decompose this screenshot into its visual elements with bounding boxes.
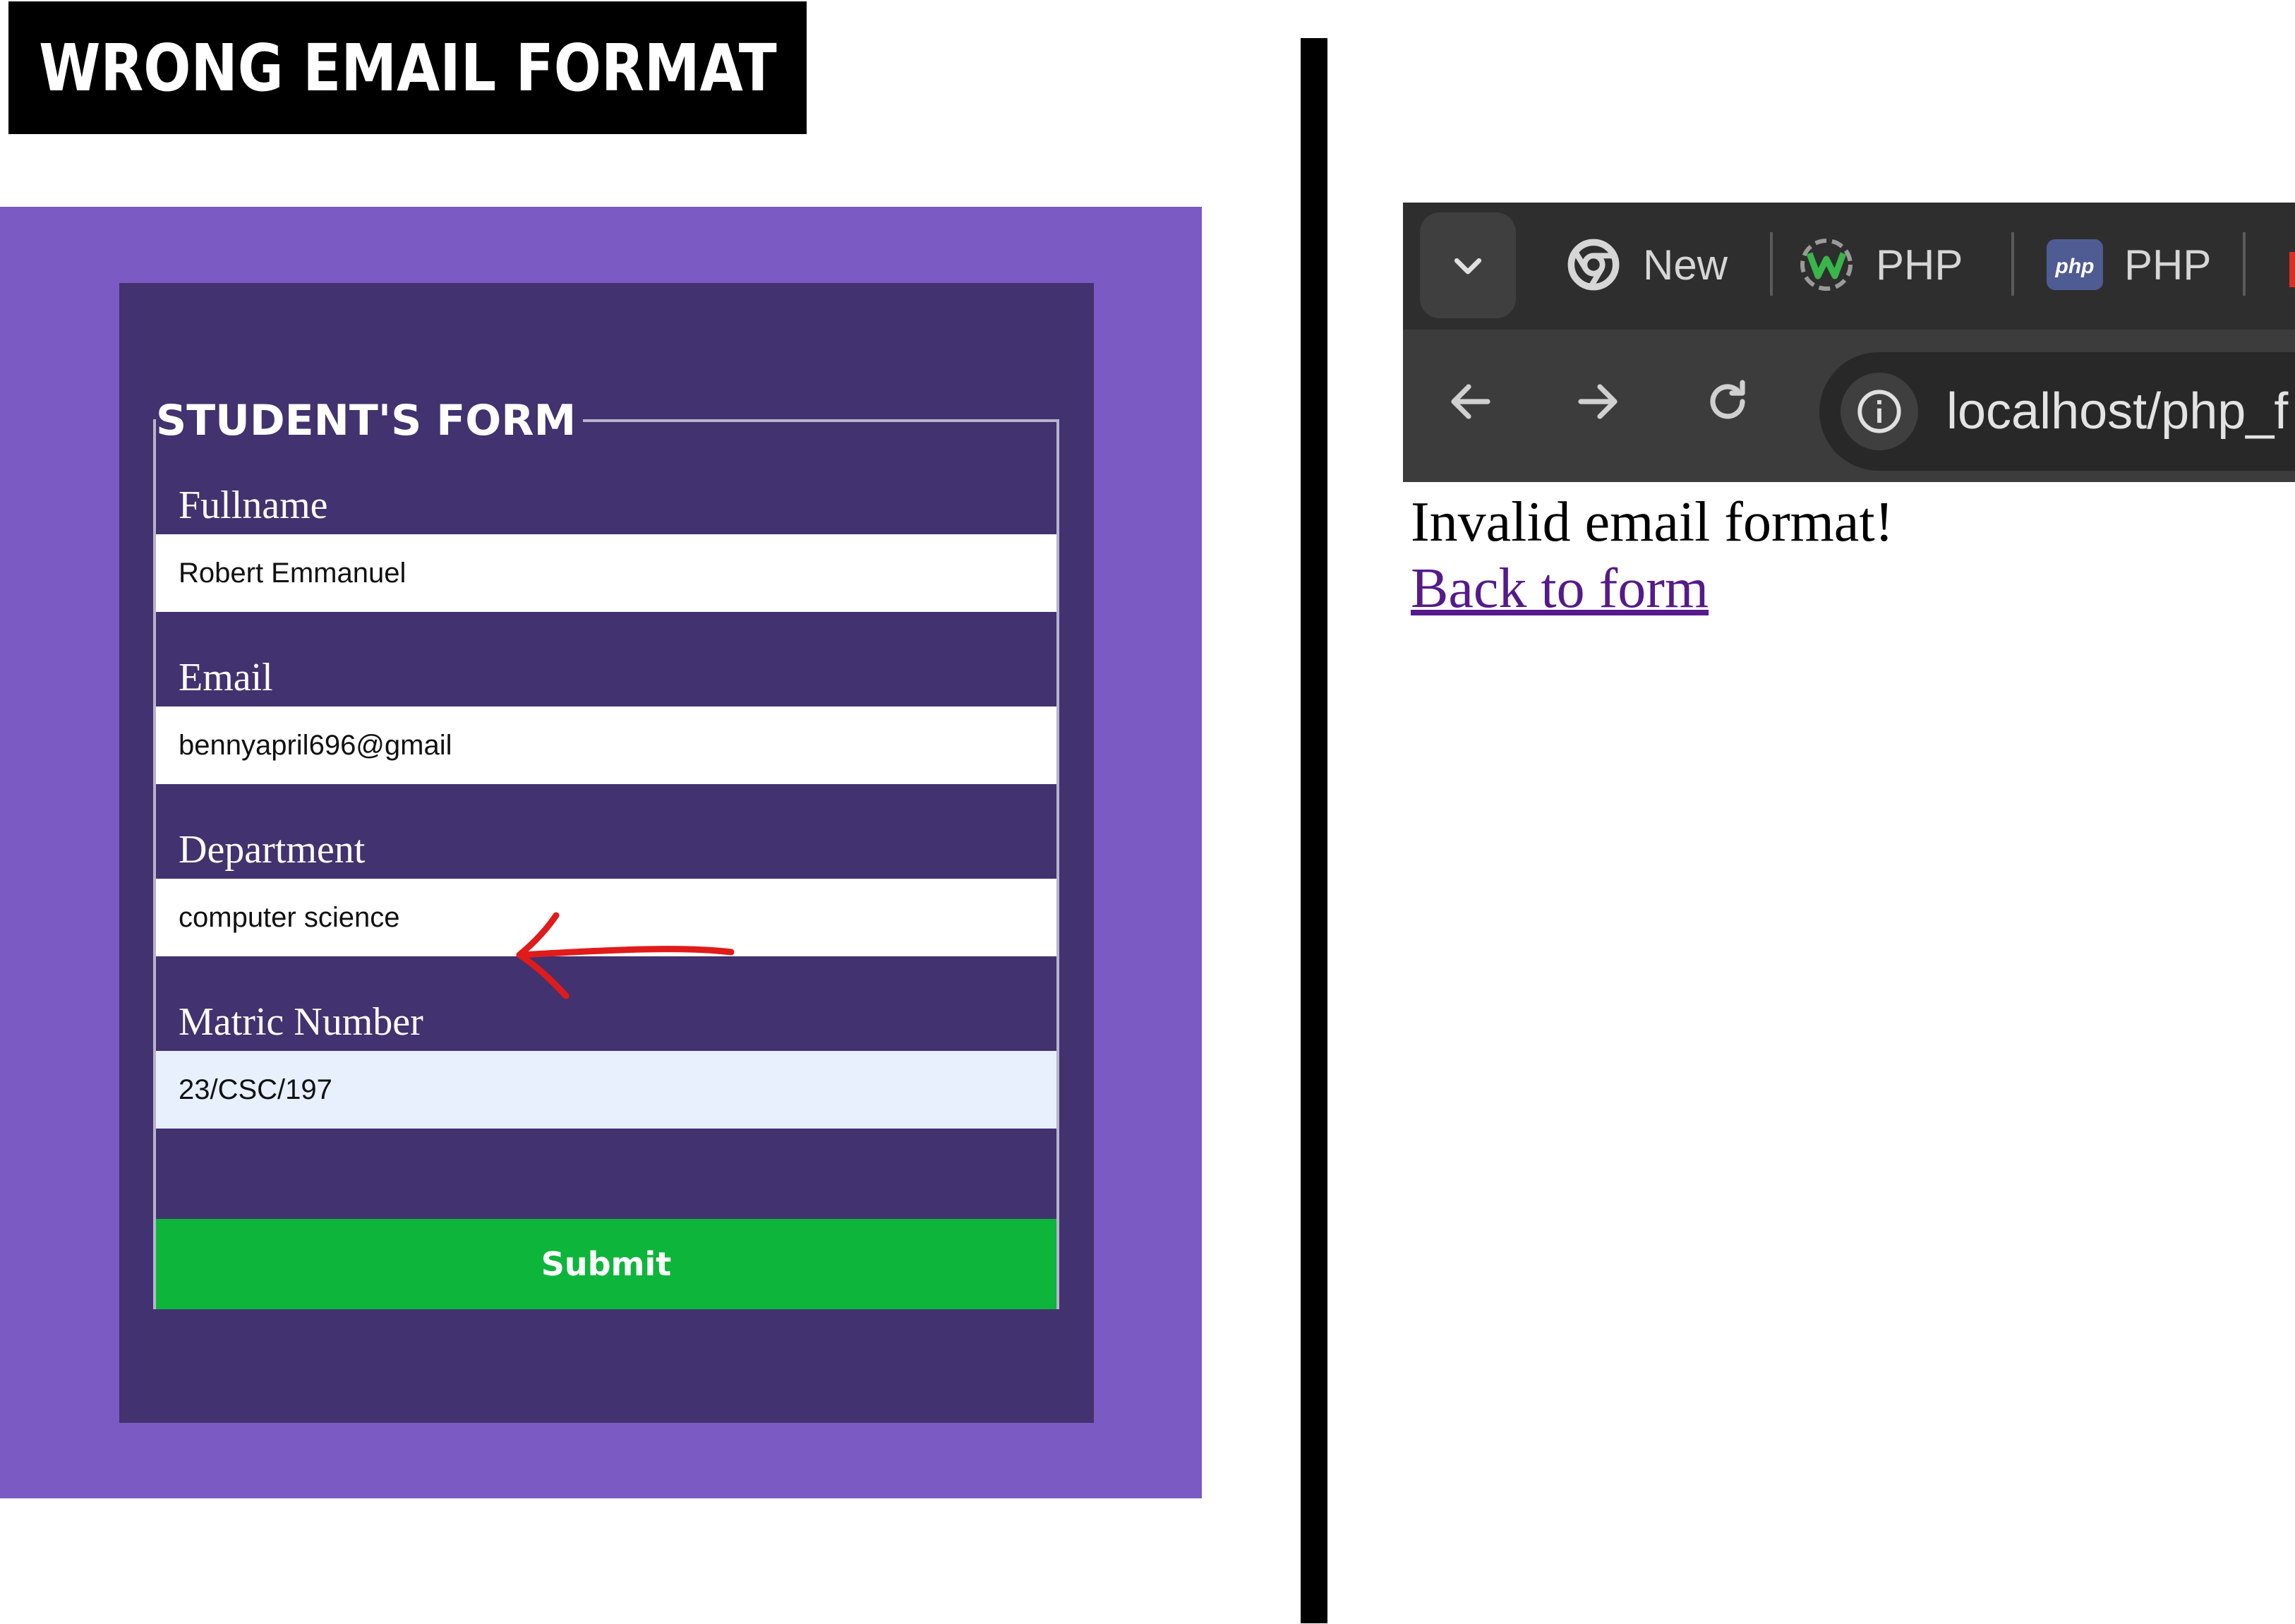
browser-chrome: New PHP php PHP localhost/php_f [1403, 203, 2295, 482]
forward-button[interactable] [1562, 366, 1633, 437]
tab-separator [2243, 232, 2246, 296]
reload-icon [1710, 380, 1745, 419]
fullname-label: Fullname [179, 483, 328, 527]
tab-label: New [1643, 241, 1728, 289]
tab-separator [2011, 232, 2014, 296]
info-icon [1857, 390, 1901, 433]
vertical-divider [1301, 38, 1327, 1623]
heading-banner: WRONG EMAIL FORMAT [8, 1, 807, 134]
php-icon: php [2047, 236, 2103, 293]
matric-number-label: Matric Number [179, 1000, 423, 1044]
wamp-icon [1798, 236, 1855, 293]
arrow-right-icon [1578, 384, 1618, 419]
email-label: Email [179, 656, 273, 699]
svg-text:php: php [2055, 255, 2095, 278]
tab-php-docs[interactable]: php PHP [2047, 229, 2211, 300]
address-bar[interactable]: localhost/php_f [1819, 352, 2295, 471]
tab-php-wamp[interactable]: PHP [1798, 229, 1963, 300]
fullname-input[interactable]: Robert Emmanuel [156, 534, 1056, 612]
reload-button[interactable] [1692, 366, 1763, 437]
annotation-arrow-icon [516, 912, 735, 999]
tab-strip: New PHP php PHP [1403, 203, 2295, 330]
back-to-form-link[interactable]: Back to form [1411, 553, 1709, 624]
back-button[interactable] [1435, 366, 1506, 437]
tab-search-button[interactable] [1420, 212, 1516, 318]
department-label: Department [179, 828, 366, 872]
error-message: Invalid email format! [1411, 491, 1894, 553]
tab-label: PHP [1876, 241, 1963, 289]
chrome-icon [1565, 236, 1622, 293]
submit-button[interactable]: Submit [156, 1219, 1056, 1309]
site-info-button[interactable] [1841, 373, 1918, 450]
tab-label: PHP [2124, 241, 2212, 289]
tab-separator [1770, 232, 1773, 296]
heading-text: WRONG EMAIL FORMAT [38, 30, 777, 106]
form-page-background: STUDENT'S FORM Fullname Robert Emmanuel … [0, 207, 1202, 1498]
url-text: localhost/php_f [1946, 383, 2289, 440]
tab-favicon-partial [2289, 252, 2295, 287]
matric-number-input[interactable]: 23/CSC/197 [156, 1051, 1056, 1129]
chevron-down-icon [1454, 258, 1482, 275]
form-legend: STUDENT'S FORM [156, 395, 584, 447]
tab-new[interactable]: New [1565, 229, 1728, 300]
arrow-left-icon [1451, 384, 1490, 419]
form-container: STUDENT'S FORM Fullname Robert Emmanuel … [119, 283, 1094, 1423]
email-input[interactable]: bennyapril696@gmail [156, 706, 1056, 784]
